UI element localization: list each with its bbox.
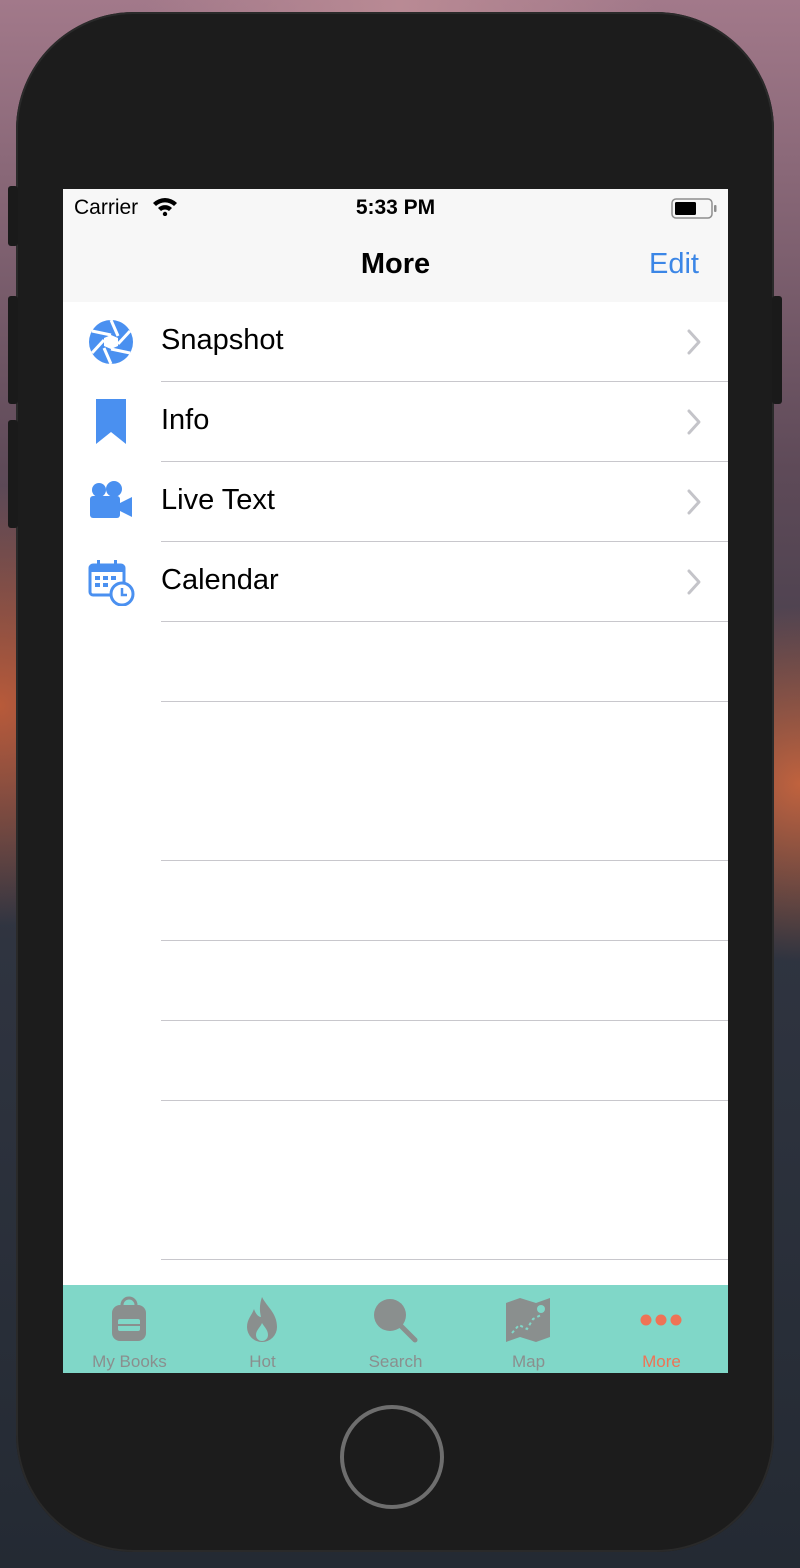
tab-label: Hot bbox=[249, 1352, 276, 1371]
empty-row-separator bbox=[161, 1020, 728, 1021]
map-icon bbox=[503, 1295, 553, 1345]
chevron-right-icon bbox=[686, 328, 702, 361]
tab-my-books[interactable]: My Books bbox=[63, 1285, 196, 1373]
tab-label: More bbox=[642, 1352, 681, 1371]
tab-map[interactable]: Map bbox=[462, 1285, 595, 1373]
list-item-label: Snapshot bbox=[161, 324, 284, 356]
battery-icon bbox=[671, 198, 717, 226]
list-item-snapshot[interactable]: Snapshot bbox=[63, 302, 728, 382]
flame-icon bbox=[237, 1295, 287, 1345]
list-item-info[interactable]: Info bbox=[63, 382, 728, 462]
tab-label: Search bbox=[368, 1352, 423, 1371]
empty-row-separator bbox=[161, 860, 728, 861]
home-button[interactable] bbox=[340, 1405, 444, 1509]
list-item-label: Calendar bbox=[161, 564, 279, 596]
calendar-clock-icon bbox=[87, 558, 135, 607]
navigation-bar: More Edit bbox=[63, 229, 728, 302]
tab-bar: My Books Hot Search Map More bbox=[63, 1285, 728, 1373]
edit-button[interactable]: Edit bbox=[649, 248, 699, 281]
more-dots-icon bbox=[636, 1295, 686, 1345]
volume-down-button bbox=[8, 420, 18, 528]
tab-label: Map bbox=[511, 1352, 546, 1371]
chevron-right-icon bbox=[686, 568, 702, 601]
tab-hot[interactable]: Hot bbox=[196, 1285, 329, 1373]
list-item-live-text[interactable]: Live Text bbox=[63, 462, 728, 542]
list-item-label: Live Text bbox=[161, 484, 275, 516]
list-item-calendar[interactable]: Calendar bbox=[63, 542, 728, 622]
search-icon bbox=[370, 1295, 420, 1345]
screen: Carrier 5:33 PM More Edit Snapshot Info … bbox=[63, 189, 728, 1373]
tab-more[interactable]: More bbox=[595, 1285, 728, 1373]
chevron-right-icon bbox=[686, 408, 702, 441]
page-title: More bbox=[360, 248, 431, 280]
row-separator bbox=[161, 621, 728, 622]
list-item-label: Info bbox=[161, 404, 210, 436]
video-camera-icon bbox=[87, 478, 135, 526]
status-bar: Carrier 5:33 PM bbox=[63, 189, 728, 229]
empty-row-separator bbox=[161, 1100, 728, 1101]
power-button bbox=[772, 296, 782, 404]
aperture-icon bbox=[87, 318, 135, 366]
empty-row-separator bbox=[161, 701, 728, 702]
bookmark-icon bbox=[87, 398, 135, 446]
clock: 5:33 PM bbox=[355, 196, 436, 219]
backpack-icon bbox=[104, 1295, 154, 1345]
empty-row-separator bbox=[161, 1259, 728, 1260]
tab-label: My Books bbox=[92, 1352, 167, 1371]
empty-row-separator bbox=[161, 940, 728, 941]
tab-search[interactable]: Search bbox=[329, 1285, 462, 1373]
volume-up-button bbox=[8, 296, 18, 404]
mute-switch bbox=[8, 186, 18, 246]
chevron-right-icon bbox=[686, 488, 702, 521]
